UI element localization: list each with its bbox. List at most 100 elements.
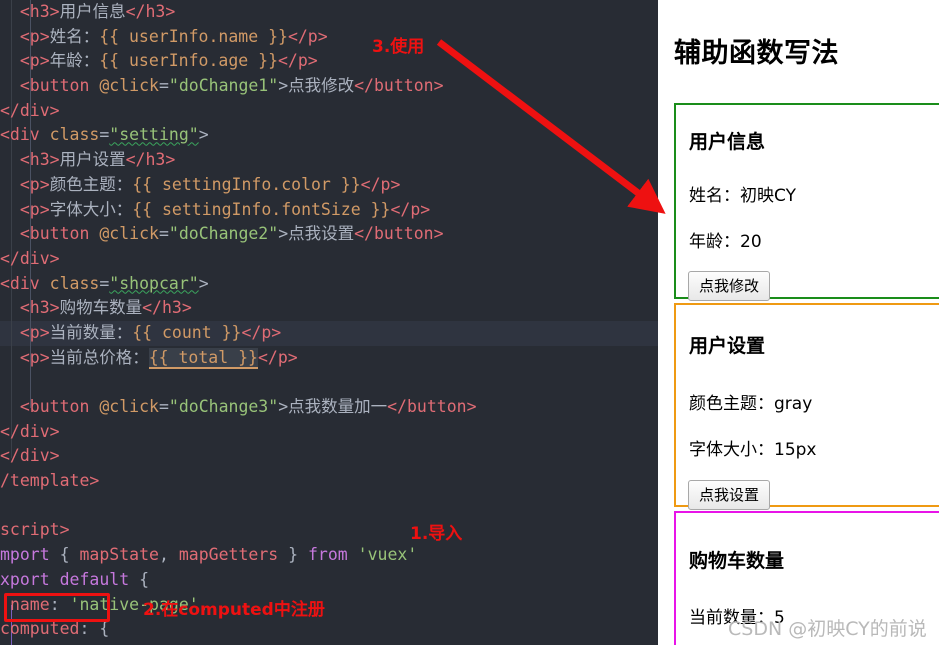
- code-token: @click: [99, 397, 159, 416]
- card-user-field-name: 姓名：初映CY: [689, 186, 796, 206]
- code-token: </div>: [0, 100, 60, 120]
- code-token: /template>: [0, 471, 100, 491]
- code-token: 用户设置: [59, 150, 126, 170]
- code-token: computed: [0, 619, 80, 639]
- card-setting-field-fontsize: 字体大小：15px: [689, 440, 817, 460]
- code-token: =: [158, 397, 169, 416]
- code-token: </button>: [354, 76, 444, 96]
- code-token: 当前总价格：: [49, 347, 149, 367]
- watermark: CSDN @初映CY的前说: [728, 618, 927, 640]
- code-line[interactable]: </div>: [0, 99, 658, 124]
- code-token: "doChange2": [168, 224, 279, 244]
- code-token: <div: [0, 125, 50, 145]
- code-line[interactable]: <p>当前总价格：{{ total }}</p>: [0, 346, 658, 371]
- code-token: default: [59, 569, 130, 589]
- code-line[interactable]: xport default {: [0, 568, 658, 593]
- code-text[interactable]: <h3>用户信息</h3> <p>姓名：{{ userInfo.name }}<…: [0, 0, 658, 645]
- code-token: xport: [0, 569, 60, 589]
- code-token: @click: [99, 76, 159, 96]
- code-line[interactable]: name: 'native-page',: [0, 593, 658, 618]
- code-token: {{ settingInfo.color }}: [132, 174, 361, 194]
- code-line[interactable]: <p>姓名：{{ userInfo.name }}</p>: [0, 25, 658, 50]
- code-token: <h3>: [19, 150, 60, 170]
- code-editor-pane[interactable]: <h3>用户信息</h3> <p>姓名：{{ userInfo.name }}<…: [0, 0, 658, 645]
- code-token: {{ settingInfo.fontSize }}: [132, 199, 391, 219]
- code-line[interactable]: </div>: [0, 247, 658, 272]
- code-token: name: [9, 594, 50, 614]
- code-line[interactable]: <p>字体大小：{{ settingInfo.fontSize }}</p>: [0, 198, 658, 223]
- code-line[interactable]: </div>: [0, 420, 658, 445]
- code-token: {{ total }}: [148, 347, 258, 369]
- code-token: "doChange1": [168, 76, 279, 96]
- card-setting-heading: 用户设置: [689, 335, 766, 357]
- code-token: 购物车数量: [59, 298, 143, 318]
- code-token: 颜色主题：: [49, 174, 133, 194]
- code-token: >: [198, 273, 209, 293]
- code-token: {: [59, 545, 80, 565]
- code-token: <p>: [19, 347, 50, 367]
- code-token: @click: [99, 224, 159, 244]
- code-token: 当前数量：: [49, 322, 133, 342]
- code-token: ,: [158, 545, 179, 565]
- code-line[interactable]: computed: {: [0, 617, 658, 642]
- code-token: <p>: [19, 174, 50, 194]
- code-token: {: [129, 569, 150, 589]
- code-line[interactable]: </div>: [0, 444, 658, 469]
- code-token: </h3>: [142, 298, 192, 318]
- code-token: "shopcar": [109, 273, 199, 293]
- code-token: >: [278, 397, 289, 416]
- code-token: <h3>: [19, 2, 60, 21]
- code-token: </p>: [257, 347, 298, 367]
- code-line[interactable]: <h3>用户信息</h3>: [0, 0, 658, 25]
- code-token: >: [278, 76, 289, 96]
- code-token: :: [49, 594, 70, 614]
- code-line[interactable]: <h3>购物车数量</h3>: [0, 296, 658, 321]
- code-token: <p>: [19, 199, 50, 219]
- code-line[interactable]: <p>颜色主题：{{ settingInfo.color }}</p>: [0, 173, 658, 198]
- code-token: </h3>: [125, 150, 176, 170]
- code-token: 'vuex': [357, 545, 418, 565]
- code-token: <button: [19, 76, 100, 96]
- code-token: </p>: [360, 174, 401, 194]
- annotation-label-use: 3.使用: [372, 37, 425, 57]
- code-line[interactable]: script>: [0, 518, 658, 543]
- code-line[interactable]: <button @click="doChange1">点我修改</button>: [0, 74, 658, 99]
- code-token: 字体大小：: [49, 199, 133, 219]
- code-token: 点我修改: [288, 76, 355, 96]
- change-user-button[interactable]: 点我修改: [688, 271, 771, 301]
- code-line[interactable]: <p>年龄：{{ userInfo.age }}</p>: [0, 49, 658, 74]
- code-line[interactable]: mport { mapState, mapGetters } from 'vue…: [0, 543, 658, 568]
- card-user-heading: 用户信息: [689, 131, 766, 153]
- code-token: <div: [0, 273, 50, 293]
- code-token: >: [278, 224, 289, 244]
- code-line[interactable]: <div class="shopcar">: [0, 272, 658, 297]
- code-line[interactable]: <button @click="doChange3">点我数量加一</butto…: [0, 395, 658, 420]
- code-line[interactable]: /template>: [0, 469, 658, 494]
- code-token: 年龄：: [49, 51, 100, 71]
- code-line[interactable]: <h3>用户设置</h3>: [0, 148, 658, 173]
- browser-preview-pane: 辅助函数写法 用户信息 姓名：初映CY 年龄：20 点我修改 用户设置 颜色主题…: [658, 0, 939, 645]
- code-token: 点我数量加一: [288, 397, 388, 416]
- code-line[interactable]: <button @click="doChange2">点我设置</button>: [0, 222, 658, 247]
- card-user-info: 用户信息 姓名：初映CY 年龄：20 点我修改: [674, 103, 939, 301]
- code-token: </p>: [390, 199, 431, 219]
- code-token: </p>: [287, 26, 328, 46]
- code-token: </div>: [0, 446, 60, 466]
- screenshot-root: <h3>用户信息</h3> <p>姓名：{{ userInfo.name }}<…: [0, 0, 939, 645]
- code-token: {: [99, 619, 110, 639]
- code-line[interactable]: <div class="setting">: [0, 123, 658, 148]
- page-title: 辅助函数写法: [674, 38, 839, 69]
- code-token: {{ userInfo.age }}: [99, 51, 278, 71]
- code-token: >: [198, 125, 209, 145]
- code-line[interactable]: <p>当前数量：{{ count }}</p>: [0, 320, 658, 346]
- change-setting-button[interactable]: 点我设置: [688, 480, 771, 510]
